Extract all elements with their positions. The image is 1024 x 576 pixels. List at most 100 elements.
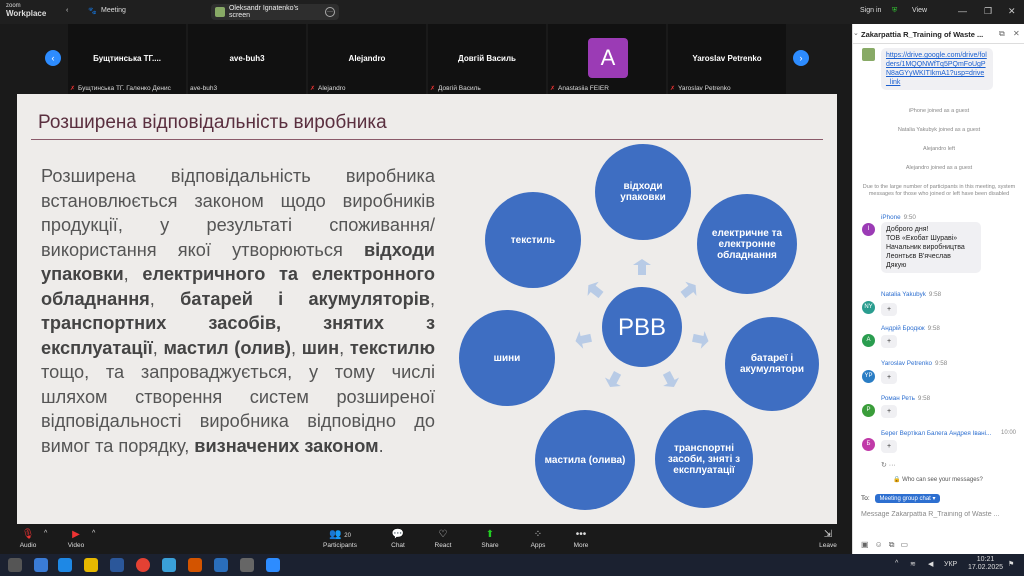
node-oils: мастила (олива) — [535, 410, 635, 510]
leave-button[interactable]: ⇲ Leave — [808, 528, 848, 549]
sign-in-button[interactable]: Sign in — [860, 7, 881, 14]
avatar — [862, 48, 875, 61]
participant-tile[interactable]: ave-buh3 ave-buh3 — [188, 24, 306, 94]
node-batteries: батареї і акумулятори — [725, 317, 819, 411]
language-indicator[interactable]: УКР — [944, 561, 957, 568]
diagram-arrow — [633, 259, 651, 275]
edge-icon[interactable] — [58, 558, 72, 572]
avatar: A — [588, 38, 628, 78]
explorer-icon[interactable] — [84, 558, 98, 572]
format-icon[interactable]: ▣ — [861, 540, 875, 549]
system-message: Alejandro joined as a guest — [905, 165, 973, 171]
app-icon[interactable] — [188, 558, 202, 572]
chat-message-input[interactable]: Message Zakarpattia R_Training of Waste … — [861, 511, 1019, 518]
audio-options-chevron-icon[interactable]: ^ — [44, 530, 47, 537]
shield-icon[interactable]: ⛨ — [892, 7, 897, 15]
who-can-see-link[interactable]: 🔒 Who can see your messages? — [893, 476, 983, 483]
popout-icon[interactable]: ⧉ — [999, 29, 1005, 39]
audio-button[interactable]: 🎙 Audio — [8, 528, 48, 549]
view-button[interactable]: View — [912, 7, 927, 14]
chevron-left-icon[interactable]: ‹ — [66, 7, 68, 14]
avatar: А — [862, 334, 875, 347]
word-icon[interactable] — [110, 558, 124, 572]
system-message: iPhone joined as a guest — [908, 108, 970, 114]
participant-tile[interactable]: Yaroslav Petrenko ✗ Yaroslav Petrenko — [668, 24, 786, 94]
widgets-icon[interactable] — [8, 558, 22, 572]
node-tires: шини — [459, 310, 555, 406]
minimize-icon[interactable]: — — [958, 6, 967, 16]
message-time: 10:00 — [1001, 430, 1017, 436]
recipient-select[interactable]: Meeting group chat ▾ — [875, 494, 940, 503]
mic-muted-icon: ✗ — [310, 85, 316, 92]
file-icon[interactable]: ▭ — [900, 540, 914, 549]
message-sender: iPhone 9:50 — [881, 214, 916, 221]
chat-button[interactable]: 💬 Chat — [378, 528, 418, 549]
close-icon[interactable]: ✕ — [1008, 6, 1016, 17]
participants-button[interactable]: 👥 20 Participants — [318, 528, 362, 549]
wifi-icon[interactable]: ≋ — [910, 560, 916, 568]
participant-tile[interactable]: Alejandro ✗ Alejandro — [308, 24, 426, 94]
chevron-down-icon[interactable]: ⌄ — [853, 29, 859, 37]
slide-text-segment: , — [429, 288, 436, 309]
slide-text-segment: , — [123, 264, 143, 284]
screen-share-indicator[interactable]: Oleksandr Ignatenko's screen ··· — [211, 4, 339, 20]
tray-chevron-icon[interactable]: ^ — [895, 560, 898, 567]
leave-icon: ⇲ — [823, 529, 833, 540]
reply-icon[interactable]: ↻ ··· — [881, 461, 896, 469]
app-icon[interactable] — [214, 558, 228, 572]
strip-next-button[interactable]: › — [793, 50, 809, 66]
message-sender: Natalia Yakubyk 9:58 — [881, 291, 942, 298]
share-button[interactable]: ⬆ Share — [470, 528, 510, 549]
video-options-chevron-icon[interactable]: ^ — [92, 530, 95, 537]
emoji-icon[interactable]: ☺ — [875, 540, 889, 549]
diagram-arrow — [680, 281, 697, 299]
drive-link[interactable]: https://drive.google.com/drive/folders/1… — [886, 52, 987, 86]
slide-text-segment: , — [149, 288, 181, 309]
center-circle: РВВ — [602, 287, 682, 367]
strip-prev-button[interactable]: ‹ — [45, 50, 61, 66]
avatar: Б — [862, 438, 875, 451]
restore-icon[interactable]: ❐ — [984, 6, 992, 17]
meeting-icon: 🐾 — [88, 8, 97, 15]
react-button[interactable]: ♡ React — [423, 528, 463, 549]
clock[interactable]: 10:21 17.02.2025 — [968, 556, 1003, 572]
diagram-arrow — [575, 331, 592, 349]
node-packaging-waste: відходи упаковки — [595, 144, 691, 240]
video-button[interactable]: ▶ Video — [56, 528, 96, 549]
chat-message: https://drive.google.com/drive/folders/1… — [881, 48, 993, 90]
app-icon[interactable] — [162, 558, 176, 572]
participant-strip: ‹ Бущтинська ТГ.... ✗ Бущтинська ТГ. Гале… — [0, 24, 852, 94]
more-options-icon[interactable]: ··· — [325, 7, 335, 17]
start-icon[interactable] — [34, 558, 48, 572]
apps-button[interactable]: ⁘ Apps — [518, 528, 558, 549]
sharer-avatar — [215, 7, 225, 17]
title-bar: zoom Workplace ‹ 🐾 Meeting Oleksandr Ign… — [0, 0, 1024, 24]
app-icon[interactable] — [240, 558, 254, 572]
notifications-icon[interactable]: ⚑ — [1008, 560, 1014, 568]
meeting-label[interactable]: Meeting — [101, 7, 126, 14]
participants-count: 20 — [344, 533, 351, 539]
avatar: NY — [862, 301, 875, 314]
chat-panel: ⌄ Zakarpattia R_Training of Waste ... ⧉ … — [852, 24, 1024, 554]
node-vehicles: транспортні засоби, зняті з експлуатації — [655, 410, 753, 508]
title-divider — [31, 139, 823, 140]
volume-icon[interactable]: ◀ — [928, 560, 933, 568]
screenshot-icon[interactable]: ⧉ — [889, 540, 901, 549]
slide-text-segment: , — [339, 337, 350, 358]
chat-title: Zakarpattia R_Training of Waste ... — [861, 30, 984, 39]
slide: Розширена відповідальність виробника Роз… — [17, 94, 837, 524]
zoom-logo: zoom Workplace — [6, 3, 47, 18]
more-button[interactable]: ••• More — [561, 528, 601, 549]
zoom-taskbar-icon[interactable] — [266, 558, 280, 572]
diagram-arrow — [587, 281, 604, 299]
message-sender: Роман Реть 9:58 — [881, 395, 931, 402]
reaction-message: + — [881, 371, 897, 384]
close-chat-icon[interactable]: ✕ — [1013, 29, 1020, 38]
video-off-icon: ▶ — [72, 529, 80, 540]
participant-tile[interactable]: Бущтинська ТГ.... ✗ Бущтинська ТГ. Галенк… — [68, 24, 186, 94]
avatar: YP — [862, 370, 875, 383]
participant-tile[interactable]: Довгій Василь ✗ Довгій Василь — [428, 24, 546, 94]
diagram-arrow — [604, 371, 622, 388]
chrome-icon[interactable] — [136, 558, 150, 572]
mic-muted-icon: 🎙 — [21, 529, 35, 540]
